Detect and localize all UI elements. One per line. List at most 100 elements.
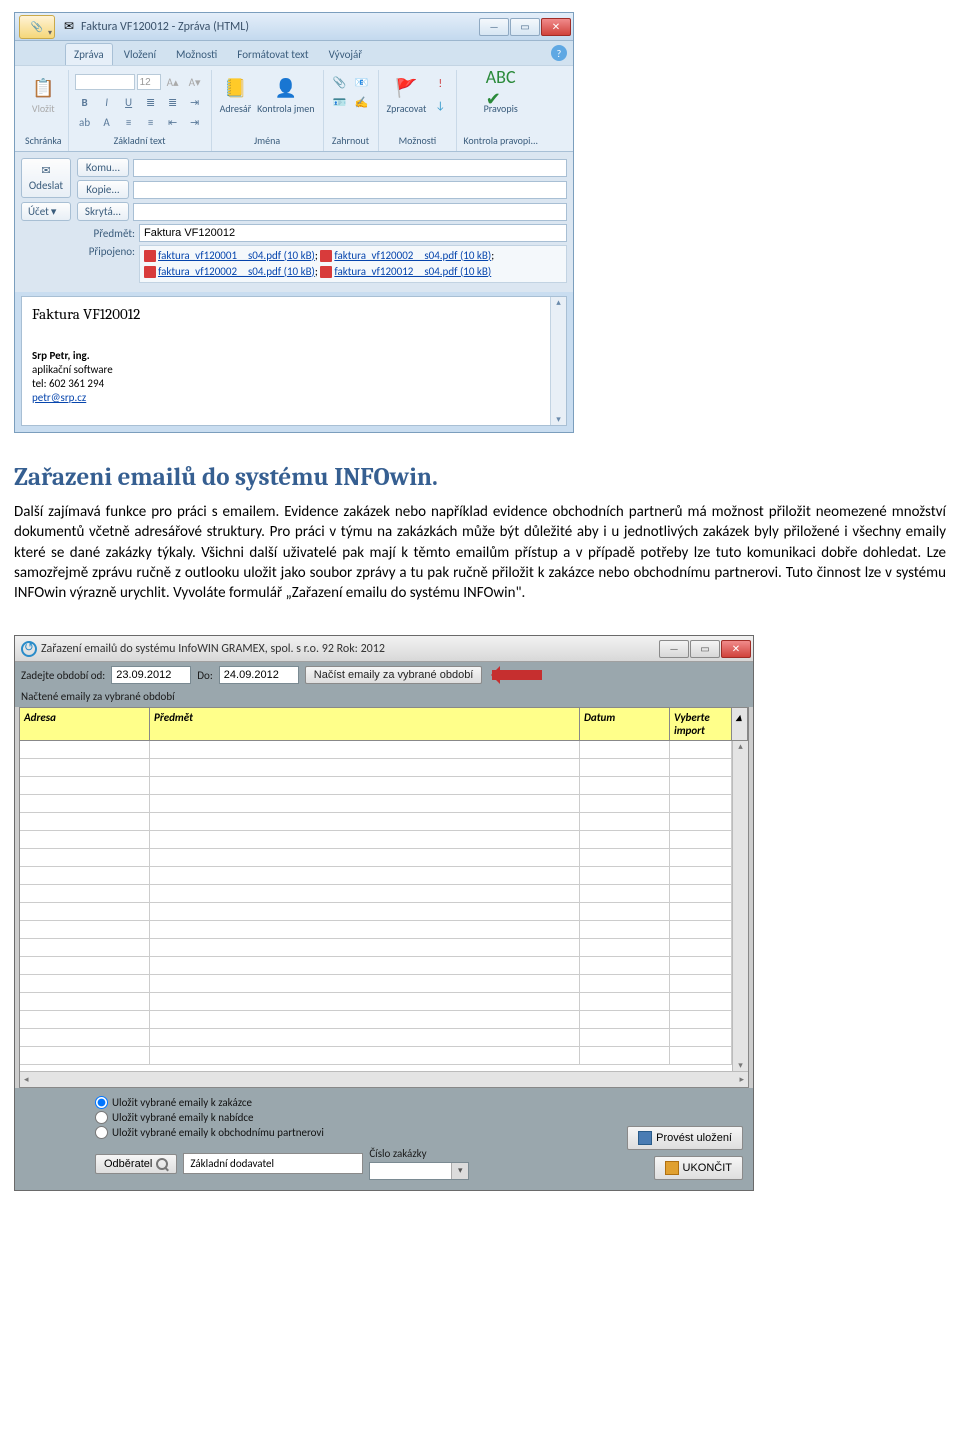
to-field[interactable] bbox=[133, 159, 567, 177]
group-label-names: Jména bbox=[218, 132, 317, 149]
close-button[interactable]: ✕ bbox=[541, 18, 571, 36]
grid-row[interactable] bbox=[20, 795, 748, 813]
address-book-icon: 📒 bbox=[221, 74, 249, 102]
grid-row[interactable] bbox=[20, 813, 748, 831]
tab-insert[interactable]: Vložení bbox=[115, 43, 165, 65]
iw-maximize-button[interactable]: ▭ bbox=[690, 640, 720, 658]
outdent-icon[interactable]: ⇤ bbox=[163, 112, 183, 132]
grid-row[interactable] bbox=[20, 759, 748, 777]
account-button[interactable]: Účet ▾ bbox=[21, 202, 71, 221]
period-to-input[interactable] bbox=[219, 666, 299, 684]
body-scrollbar[interactable] bbox=[550, 297, 566, 425]
grid-row[interactable] bbox=[20, 939, 748, 957]
indent-icon[interactable]: ⇥ bbox=[185, 92, 205, 112]
help-icon[interactable]: ? bbox=[551, 45, 567, 61]
subject-field[interactable] bbox=[139, 224, 567, 242]
period-from-input[interactable] bbox=[111, 666, 191, 684]
save-button[interactable]: Provést uložení bbox=[627, 1126, 743, 1150]
radio-nabidka-input[interactable] bbox=[95, 1111, 108, 1124]
bcc-button[interactable]: Skrytá... bbox=[77, 202, 129, 221]
follow-up-button[interactable]: 🚩 Zpracovat bbox=[385, 72, 429, 117]
align-center-icon[interactable]: ≡ bbox=[141, 112, 161, 132]
col-date[interactable]: Datum bbox=[580, 708, 670, 740]
attach-file-icon[interactable]: 📎 bbox=[330, 72, 350, 92]
grid-row[interactable] bbox=[20, 777, 748, 795]
load-emails-button[interactable]: Načíst emaily za vybrané období bbox=[305, 666, 483, 684]
grid-row[interactable] bbox=[20, 831, 748, 849]
iw-minimize-button[interactable]: — bbox=[659, 640, 689, 658]
col-import[interactable]: Vyberte import bbox=[670, 708, 732, 740]
grid-row[interactable] bbox=[20, 957, 748, 975]
high-importance-icon[interactable]: ! bbox=[430, 74, 450, 94]
radio-nabidka[interactable]: Uložit vybrané emaily k nabídce bbox=[95, 1111, 743, 1124]
grid-row[interactable] bbox=[20, 849, 748, 867]
check-names-button[interactable]: 👤 Kontrola jmen bbox=[255, 72, 316, 117]
infowin-titlebar[interactable]: Zařazení emailů do systému InfoWIN GRAME… bbox=[15, 636, 753, 662]
highlight-icon[interactable]: ab bbox=[75, 112, 95, 132]
cc-field[interactable] bbox=[133, 181, 567, 199]
italic-icon[interactable]: I bbox=[97, 92, 117, 112]
grid-row[interactable] bbox=[20, 885, 748, 903]
outlook-compose-window: 📎 ✉ Faktura VF120012 - Zpráva (HTML) — ▭… bbox=[14, 12, 574, 433]
tab-message[interactable]: Zpráva bbox=[65, 43, 113, 65]
font-color-icon[interactable]: A bbox=[97, 112, 117, 132]
grid-row[interactable] bbox=[20, 741, 748, 759]
iw-close-button[interactable]: ✕ bbox=[721, 640, 751, 658]
to-button[interactable]: Komu... bbox=[77, 158, 129, 177]
tab-developer[interactable]: Vývojář bbox=[320, 43, 372, 65]
address-book-button[interactable]: 📒 Adresář bbox=[218, 72, 254, 117]
order-number-select[interactable] bbox=[369, 1162, 469, 1180]
sig-name: Srp Petr, ing. bbox=[32, 349, 556, 363]
grid-row[interactable] bbox=[20, 993, 748, 1011]
tab-options[interactable]: Možnosti bbox=[167, 43, 226, 65]
attachment-link[interactable]: faktura_vf120001__s04.pdf (10 kB) bbox=[158, 249, 315, 262]
grid-row[interactable] bbox=[20, 975, 748, 993]
minimize-button[interactable]: — bbox=[479, 18, 509, 36]
attachment-link[interactable]: faktura_vf120012__s04.pdf (10 kB) bbox=[334, 265, 491, 278]
grid-body[interactable] bbox=[20, 741, 748, 1071]
cc-button[interactable]: Kopie... bbox=[77, 180, 129, 199]
attachment-link[interactable]: faktura_vf120002__s04.pdf (10 kB) bbox=[334, 249, 491, 262]
grid-row[interactable] bbox=[20, 921, 748, 939]
font-family-select[interactable] bbox=[75, 74, 135, 90]
tab-format[interactable]: Formátovat text bbox=[228, 43, 317, 65]
paste-button[interactable]: 📋 Vložit bbox=[25, 72, 62, 117]
exit-button[interactable]: UKONČIT bbox=[654, 1156, 744, 1180]
send-button[interactable]: ✉ Odeslat bbox=[21, 158, 71, 198]
grid-hscrollbar[interactable] bbox=[20, 1071, 748, 1087]
underline-icon[interactable]: U bbox=[119, 92, 139, 112]
radio-partner-input[interactable] bbox=[95, 1126, 108, 1139]
grid-vscrollbar[interactable] bbox=[732, 741, 748, 1071]
signature-icon[interactable]: ✍ bbox=[352, 92, 372, 112]
shrink-font-icon[interactable]: A▾ bbox=[185, 72, 205, 92]
grid-row[interactable] bbox=[20, 1011, 748, 1029]
font-size-select[interactable] bbox=[137, 74, 161, 90]
bullets-icon[interactable]: ≣ bbox=[141, 92, 161, 112]
spelling-button[interactable]: ABC✔ Pravopis bbox=[463, 72, 538, 117]
bold-icon[interactable]: B bbox=[75, 92, 95, 112]
maximize-button[interactable]: ▭ bbox=[510, 18, 540, 36]
business-card-icon[interactable]: 🪪 bbox=[330, 92, 350, 112]
partner-lookup-button[interactable]: Odběratel bbox=[95, 1154, 177, 1174]
radio-zakazka-input[interactable] bbox=[95, 1096, 108, 1109]
office-button[interactable]: 📎 bbox=[19, 15, 55, 39]
attach-item-icon[interactable]: 📧 bbox=[352, 72, 372, 92]
message-body[interactable]: Faktura VF120012 Srp Petr, ing. aplikačn… bbox=[21, 296, 567, 426]
outlook-titlebar[interactable]: 📎 ✉ Faktura VF120012 - Zpráva (HTML) — ▭… bbox=[15, 13, 573, 41]
grid-row[interactable] bbox=[20, 1047, 748, 1065]
grow-font-icon[interactable]: A▴ bbox=[163, 72, 183, 92]
numbering-icon[interactable]: ≣ bbox=[163, 92, 183, 112]
indent-right-icon[interactable]: ⇥ bbox=[185, 112, 205, 132]
low-importance-icon[interactable]: ↓ bbox=[430, 96, 450, 116]
attachment-link[interactable]: faktura_vf120002__s04.pdf (10 kB) bbox=[158, 265, 315, 278]
bcc-field[interactable] bbox=[133, 203, 567, 221]
col-address[interactable]: Adresa bbox=[20, 708, 150, 740]
sig-email[interactable]: petr@srp.cz bbox=[32, 391, 86, 404]
radio-zakazka[interactable]: Uložit vybrané emaily k zakázce bbox=[95, 1096, 743, 1109]
align-left-icon[interactable]: ≡ bbox=[119, 112, 139, 132]
col-subject[interactable]: Předmět bbox=[150, 708, 580, 740]
iw-period-toolbar: Zadejte období od: Do: Načíst emaily za … bbox=[15, 662, 753, 688]
grid-row[interactable] bbox=[20, 903, 748, 921]
grid-row[interactable] bbox=[20, 1029, 748, 1047]
grid-row[interactable] bbox=[20, 867, 748, 885]
